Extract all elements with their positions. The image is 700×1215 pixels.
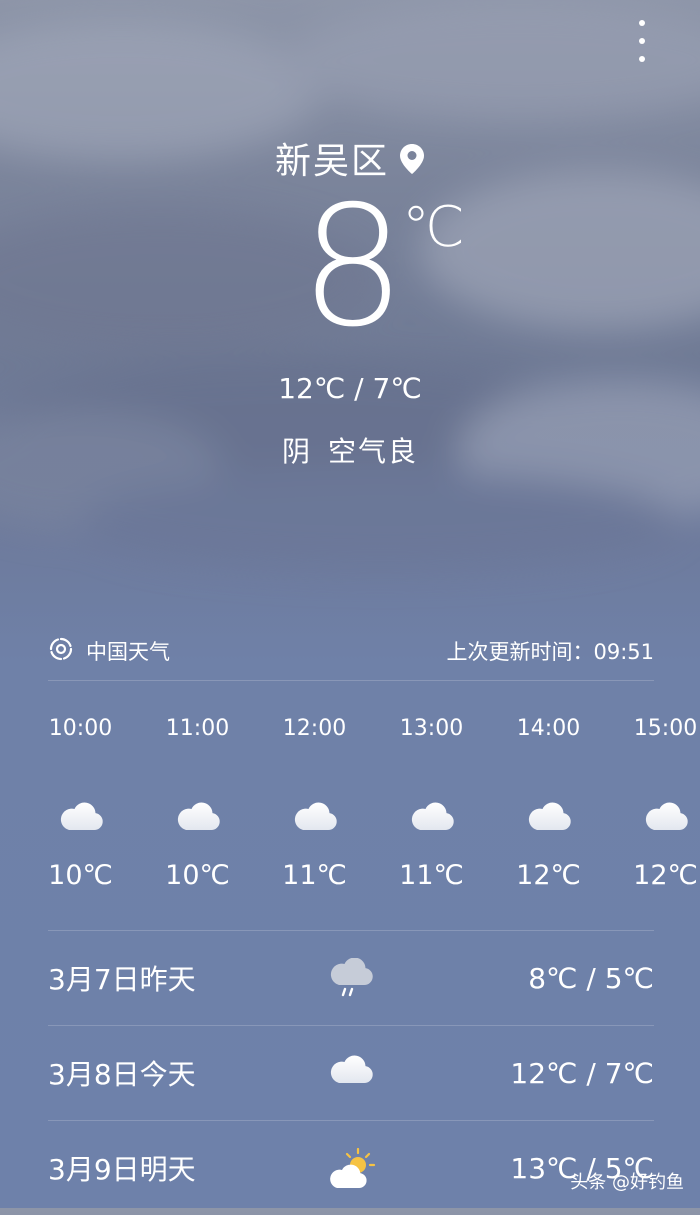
hour-temp: 12℃ bbox=[633, 860, 698, 891]
temperature-unit: ℃ bbox=[402, 195, 465, 260]
divider bbox=[48, 680, 654, 681]
more-vertical-icon bbox=[639, 20, 645, 26]
hour-temp: 11℃ bbox=[399, 860, 464, 891]
hour-time: 13:00 bbox=[399, 716, 464, 741]
partly-sunny-icon bbox=[328, 1147, 378, 1197]
watermark: 头条 @好钓鱼 bbox=[570, 1172, 684, 1193]
current-temperature: 8 bbox=[300, 171, 406, 364]
day-label: 3月8日今天 bbox=[48, 1058, 196, 1091]
cloud-icon bbox=[175, 800, 221, 834]
cloud-icon bbox=[58, 800, 104, 834]
daily-forecast: 3月7日昨天 8℃ / 5℃ 3月8日今天 12℃ / 7℃ 3月9日明天 13℃ / 5… bbox=[48, 930, 654, 1215]
hour-time: 11:00 bbox=[165, 716, 230, 741]
day-label: 3月9日明天 bbox=[48, 1153, 196, 1186]
last-updated: 上次更新时间：09:51 bbox=[446, 640, 654, 664]
hour-time: 12:00 bbox=[282, 716, 347, 741]
hourly-forecast[interactable]: 10:00 10℃ 11:00 10℃ 12:00 11℃ 13:00 11℃ 14:00 12℃… bbox=[22, 712, 700, 891]
cloud-icon bbox=[409, 800, 455, 834]
day-temp-range: 8℃ / 5℃ bbox=[528, 961, 654, 995]
daily-row[interactable]: 3月9日明天 13℃ / 5℃ bbox=[48, 1120, 654, 1215]
condition-line: 阴空气良 bbox=[0, 430, 700, 470]
hourly-item: 15:00 12℃ bbox=[607, 712, 700, 891]
hour-temp: 12℃ bbox=[516, 860, 581, 891]
hourly-item: 10:00 10℃ bbox=[22, 712, 139, 891]
rain-cloud-icon bbox=[328, 957, 374, 1007]
source-row: 中国天气 上次更新时间：09:51 bbox=[48, 635, 654, 667]
hourly-item: 14:00 12℃ bbox=[490, 712, 607, 891]
hour-temp: 10℃ bbox=[48, 860, 113, 891]
hour-temp: 11℃ bbox=[282, 860, 347, 891]
hour-time: 15:00 bbox=[633, 716, 698, 741]
day-label: 3月7日昨天 bbox=[48, 963, 196, 996]
daily-row[interactable]: 3月7日昨天 8℃ / 5℃ bbox=[48, 930, 654, 1025]
day-temp-range: 12℃ / 7℃ bbox=[510, 1056, 654, 1090]
hour-time: 14:00 bbox=[516, 716, 581, 741]
cloud-icon bbox=[526, 800, 572, 834]
hourly-item: 11:00 10℃ bbox=[139, 712, 256, 891]
hour-time: 10:00 bbox=[48, 716, 113, 741]
hourly-item: 12:00 11℃ bbox=[256, 712, 373, 891]
air-quality[interactable]: 空气良 bbox=[328, 435, 418, 468]
cloud-icon bbox=[328, 1053, 374, 1092]
cloud-icon bbox=[643, 800, 689, 834]
source-name[interactable]: 中国天气 bbox=[86, 636, 170, 666]
daily-row[interactable]: 3月8日今天 12℃ / 7℃ bbox=[48, 1025, 654, 1120]
china-weather-logo-icon bbox=[48, 636, 74, 667]
hourly-item: 13:00 11℃ bbox=[373, 712, 490, 891]
weather-condition: 阴 bbox=[281, 435, 312, 468]
cloud-icon bbox=[292, 800, 338, 834]
more-menu-button[interactable] bbox=[632, 20, 652, 62]
hour-temp: 10℃ bbox=[165, 860, 230, 891]
temperature-range: 12℃ / 7℃ bbox=[278, 372, 422, 405]
